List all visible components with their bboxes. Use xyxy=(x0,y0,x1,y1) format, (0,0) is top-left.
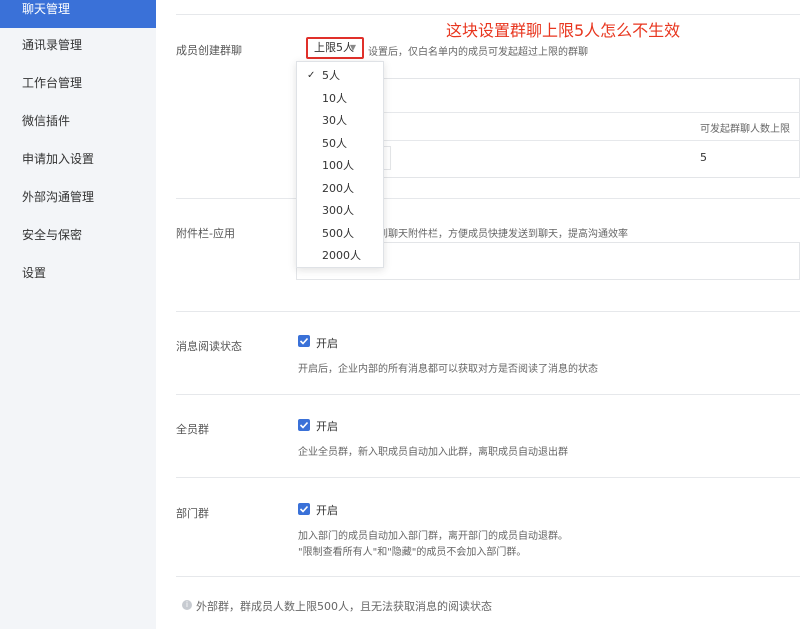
main-content: 这块设置群聊上限5人怎么不生效 成员创建群聊 上限5人 ▼ 设置后，仅白名单内的… xyxy=(156,0,800,629)
dept-group-toggle-label: 开启 xyxy=(316,504,338,517)
dropdown-option-label: 2000人 xyxy=(322,249,361,262)
table-header-limit: 可发起群聊人数上限 xyxy=(700,124,790,135)
dropdown-option-10[interactable]: 10人 xyxy=(297,88,385,110)
footer-note: 外部群，群成员人数上限500人，且无法获取消息的阅读状态 xyxy=(196,600,492,613)
divider xyxy=(176,576,800,577)
divider xyxy=(176,14,800,15)
sidebar-item-security[interactable]: 安全与保密 xyxy=(0,216,156,254)
dept-group-description-1: 加入部门的成员自动加入部门群，离开部门的成员自动退群。 xyxy=(298,531,568,542)
read-status-checkbox[interactable] xyxy=(298,335,310,347)
check-icon xyxy=(299,505,309,513)
attachment-description: 置到聊天附件栏，方便成员快捷发送到聊天，提高沟通效率 xyxy=(368,229,628,240)
caret-down-icon: ▼ xyxy=(349,43,356,52)
read-status-label: 消息阅读状态 xyxy=(176,340,242,353)
all-staff-group-checkbox[interactable] xyxy=(298,419,310,431)
dropdown-option-label: 500人 xyxy=(322,227,354,240)
sidebar-item-join-settings[interactable]: 申请加入设置 xyxy=(0,140,156,178)
attachment-label: 附件栏-应用 xyxy=(176,227,235,240)
sidebar-item-workbench-management[interactable]: 工作台管理 xyxy=(0,64,156,102)
group-limit-dropdown: ✓ 5人 10人 30人 50人 100人 200人 300人 500人 200… xyxy=(296,61,384,268)
sidebar-item-chat-management[interactable]: 聊天管理 xyxy=(0,0,156,28)
group-create-label: 成员创建群聊 xyxy=(176,44,242,57)
all-staff-group-description: 企业全员群，新入职成员自动加入此群，离职成员自动退出群 xyxy=(298,447,568,458)
divider xyxy=(176,477,800,478)
dropdown-option-100[interactable]: 100人 xyxy=(297,155,385,177)
group-create-description: 设置后，仅白名单内的成员可发起超过上限的群聊 xyxy=(368,47,588,58)
check-icon: ✓ xyxy=(307,70,316,81)
sidebar-item-contacts-management[interactable]: 通讯录管理 xyxy=(0,26,156,64)
dropdown-option-label: 300人 xyxy=(322,204,354,217)
dropdown-option-500[interactable]: 500人 xyxy=(297,223,385,245)
check-icon xyxy=(299,337,309,345)
group-limit-select-value: 上限5人 xyxy=(314,41,354,54)
divider xyxy=(176,311,800,312)
divider xyxy=(176,198,800,199)
read-status-toggle-label: 开启 xyxy=(316,337,338,350)
sidebar: 聊天管理 通讯录管理 工作台管理 微信插件 申请加入设置 外部沟通管理 安全与保… xyxy=(0,0,156,629)
dept-group-label: 部门群 xyxy=(176,507,209,520)
check-icon xyxy=(299,421,309,429)
all-staff-group-label: 全员群 xyxy=(176,423,209,436)
read-status-description: 开启后，企业内部的所有消息都可以获取对方是否阅读了消息的状态 xyxy=(298,364,598,375)
divider xyxy=(176,394,800,395)
sidebar-item-wechat-plugin[interactable]: 微信插件 xyxy=(0,102,156,140)
all-staff-group-toggle-label: 开启 xyxy=(316,420,338,433)
dept-group-checkbox[interactable] xyxy=(298,503,310,515)
dropdown-option-300[interactable]: 300人 xyxy=(297,200,385,222)
dropdown-option-label: 30人 xyxy=(322,114,347,127)
dropdown-option-label: 200人 xyxy=(322,182,354,195)
group-limit-select[interactable]: 上限5人 ▼ xyxy=(306,37,364,59)
dropdown-option-50[interactable]: 50人 xyxy=(297,133,385,155)
dropdown-option-2000[interactable]: 2000人 xyxy=(297,245,385,267)
dropdown-option-30[interactable]: 30人 xyxy=(297,110,385,132)
app-window: 聊天管理 通讯录管理 工作台管理 微信插件 申请加入设置 外部沟通管理 安全与保… xyxy=(0,0,800,629)
dropdown-option-5[interactable]: ✓ 5人 xyxy=(297,65,385,87)
dropdown-option-label: 5人 xyxy=(322,69,340,82)
dropdown-option-label: 50人 xyxy=(322,137,347,150)
dept-group-description-2: "限制查看所有人"和"隐藏"的成员不会加入部门群。 xyxy=(298,547,527,558)
info-icon: i xyxy=(182,600,192,610)
dropdown-option-label: 10人 xyxy=(322,92,347,105)
annotation-text: 这块设置群聊上限5人怎么不生效 xyxy=(446,21,681,40)
table-cell-limit: 5 xyxy=(700,151,707,164)
dropdown-option-200[interactable]: 200人 xyxy=(297,178,385,200)
sidebar-item-settings[interactable]: 设置 xyxy=(0,254,156,292)
dropdown-option-label: 100人 xyxy=(322,159,354,172)
sidebar-item-external-communication[interactable]: 外部沟通管理 xyxy=(0,178,156,216)
